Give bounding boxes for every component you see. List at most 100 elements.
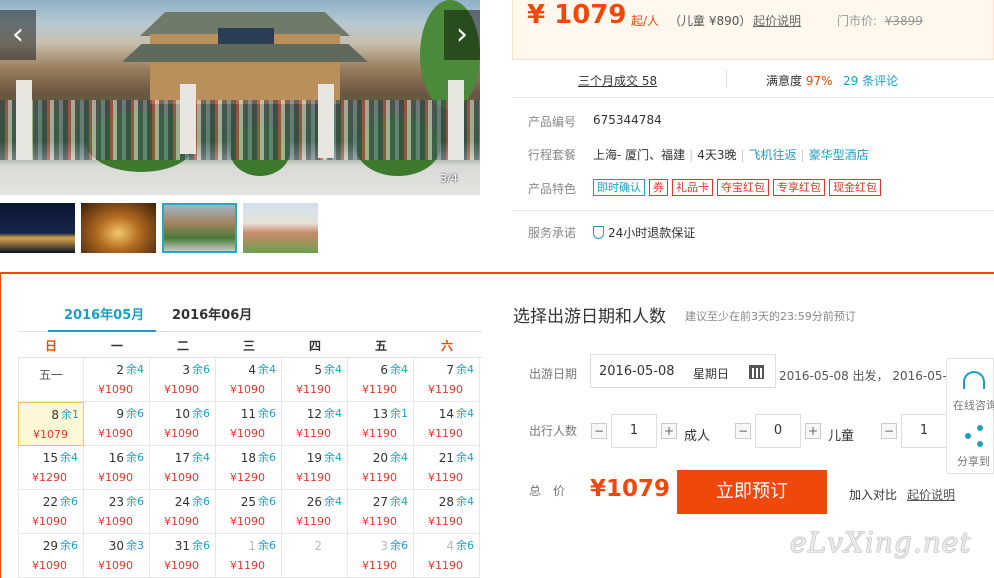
- calendar-day-cell[interactable]: 1 余6 ¥1190: [216, 534, 282, 578]
- calendar-day-cell[interactable]: 6 余4 ¥1190: [348, 358, 414, 402]
- child-plus-button[interactable]: +: [805, 423, 821, 439]
- transport-link[interactable]: 飞机往返: [749, 148, 797, 162]
- hotel-link[interactable]: 豪华型酒店: [809, 148, 869, 162]
- calendar-day-cell[interactable]: 22 余6 ¥1090: [18, 490, 84, 534]
- calendar-day-cell[interactable]: 29 余6 ¥1090: [18, 534, 84, 578]
- day-number: 22: [42, 495, 58, 509]
- day-number: 16: [108, 451, 124, 465]
- people-label: 出行人数: [529, 424, 578, 438]
- next-image-button[interactable]: ›: [444, 10, 480, 60]
- watermark: eLvXing.net: [790, 526, 972, 559]
- tag-cash-redpacket[interactable]: 现金红包: [829, 179, 881, 196]
- remaining-seats: 余4: [258, 363, 276, 376]
- tab-may[interactable]: 2016年05月: [64, 304, 144, 323]
- calendar-day-cell[interactable]: 26 余4 ¥1190: [282, 490, 348, 534]
- book-now-button[interactable]: 立即预订: [677, 470, 827, 514]
- calendar-day-cell[interactable]: 16 余6 ¥1090: [84, 446, 150, 490]
- child-count-input[interactable]: 0: [755, 414, 801, 448]
- calendar-day-cell[interactable]: 20 余4 ¥1190: [348, 446, 414, 490]
- market-price: 门市价: ¥3899: [837, 12, 923, 29]
- remaining-seats: 余6: [126, 495, 144, 508]
- thumbnail-3-selected[interactable]: [162, 203, 237, 253]
- thumbnail-2[interactable]: [81, 203, 156, 253]
- tag-gift-card[interactable]: 礼品卡: [672, 179, 713, 196]
- day-number: 24: [174, 495, 190, 509]
- calendar-day-cell[interactable]: 23 余6 ¥1090: [84, 490, 150, 534]
- calendar-day-cell[interactable]: 5 余4 ¥1190: [282, 358, 348, 402]
- headset-icon: [963, 371, 985, 389]
- share-button[interactable]: 分享到: [947, 417, 994, 473]
- day-number: 9: [116, 407, 124, 421]
- prev-image-button[interactable]: ‹: [0, 10, 36, 60]
- child-minus-button[interactable]: −: [735, 423, 751, 439]
- adult-minus-button[interactable]: −: [591, 423, 607, 439]
- calendar-day-cell[interactable]: 3 余6 ¥1190: [348, 534, 414, 578]
- day-number: 2: [116, 363, 124, 377]
- remaining-seats: 余4: [456, 407, 474, 420]
- weekday-value: 星期日: [693, 367, 730, 381]
- adult-count-input[interactable]: 1: [611, 414, 657, 448]
- date-picker[interactable]: 2016-05-08 星期日: [590, 354, 776, 388]
- remaining-seats: 余4: [192, 451, 210, 464]
- child-price: （儿童 ¥890）: [669, 14, 752, 28]
- calendar-day-cell[interactable]: 10 余6 ¥1090: [150, 402, 216, 446]
- calendar-day-cell[interactable]: 28 余4 ¥1190: [414, 490, 480, 534]
- remaining-seats: 余4: [60, 451, 78, 464]
- calendar-day-cell[interactable]: 25 余6 ¥1090: [216, 490, 282, 534]
- calendar-day-cell[interactable]: 12 余4 ¥1190: [282, 402, 348, 446]
- remaining-seats: 余6: [258, 539, 276, 552]
- extra-minus-button[interactable]: −: [881, 423, 897, 439]
- calendar-day-cell[interactable]: 27 余4 ¥1190: [348, 490, 414, 534]
- day-price: ¥1090: [164, 471, 199, 484]
- online-consult-button[interactable]: 在线咨询: [947, 359, 994, 415]
- remaining-seats: 余3: [126, 539, 144, 552]
- calendar-day-cell[interactable]: 2 余4 ¥1090: [84, 358, 150, 402]
- calendar-day-cell[interactable]: 7 余4 ¥1190: [414, 358, 480, 402]
- calendar-day-cell[interactable]: 15 余4 ¥1290: [18, 446, 84, 490]
- market-price-label: 门市价:: [837, 14, 878, 28]
- add-compare-link[interactable]: 加入对比: [849, 486, 897, 503]
- day-number: 30: [108, 539, 124, 553]
- calendar-day-cell[interactable]: 24 余6 ¥1090: [150, 490, 216, 534]
- calendar-day-cell[interactable]: 19 余4 ¥1190: [282, 446, 348, 490]
- calendar-day-cell: 2: [282, 534, 348, 578]
- calendar-day-cell[interactable]: 17 余4 ¥1090: [150, 446, 216, 490]
- chevron-left-icon: ‹: [12, 17, 24, 52]
- price-explain-link[interactable]: 起价说明: [753, 12, 801, 29]
- calendar-day-cell[interactable]: 8 余1 ¥1079: [18, 402, 84, 446]
- tag-coupon[interactable]: 券: [649, 179, 668, 196]
- reviews-link[interactable]: 29 条评论: [843, 72, 898, 89]
- tag-treasure-redpacket[interactable]: 夺宝红包: [717, 179, 769, 196]
- calendar-day-cell: 五一: [18, 358, 84, 402]
- thumbnail-4[interactable]: [243, 203, 318, 253]
- calendar-day-cell[interactable]: 30 余3 ¥1090: [84, 534, 150, 578]
- calendar-day-cell[interactable]: 3 余6 ¥1090: [150, 358, 216, 402]
- remaining-seats: 余4: [126, 363, 144, 376]
- date-range: 2016-05-08 出发， 2016-05-11: [779, 369, 963, 383]
- calendar-day-cell[interactable]: 13 余1 ¥1190: [348, 402, 414, 446]
- day-price: ¥1090: [230, 383, 265, 396]
- calendar-day-cell[interactable]: 4 余6 ¥1190: [414, 534, 480, 578]
- calendar-day-cell[interactable]: 4 余4 ¥1090: [216, 358, 282, 402]
- tab-june[interactable]: 2016年06月: [172, 304, 252, 323]
- day-number: 14: [438, 407, 454, 421]
- share-label: 分享到: [957, 455, 990, 468]
- weekday-sun: 日: [44, 339, 57, 353]
- remaining-seats: 余6: [192, 407, 210, 420]
- adult-plus-button[interactable]: +: [661, 423, 677, 439]
- calendar-day-cell[interactable]: 31 余6 ¥1090: [150, 534, 216, 578]
- stats-bar: 三个月成交 58 满意度 97% 29 条评论: [512, 62, 994, 98]
- sales-count-link[interactable]: 三个月成交 58: [578, 72, 657, 89]
- calendar-day-cell[interactable]: 11 余6 ¥1090: [216, 402, 282, 446]
- thumbnail-1[interactable]: [0, 203, 75, 253]
- extra-count-input[interactable]: 1: [901, 414, 947, 448]
- tag-exclusive-redpacket[interactable]: 专享红包: [773, 179, 825, 196]
- calendar-day-cell[interactable]: 14 余4 ¥1190: [414, 402, 480, 446]
- booking-subtitle: 建议至少在前3天的23:59分前预订: [685, 310, 856, 323]
- feature-tags: 即时确认券礼品卡 夺宝红包 专享红包 现金红包: [593, 179, 885, 196]
- calendar-day-cell[interactable]: 9 余6 ¥1090: [84, 402, 150, 446]
- tag-instant-confirm[interactable]: 即时确认: [593, 179, 645, 196]
- price-explain-link[interactable]: 起价说明: [907, 486, 955, 503]
- calendar-day-cell[interactable]: 21 余4 ¥1190: [414, 446, 480, 490]
- calendar-day-cell[interactable]: 18 余6 ¥1290: [216, 446, 282, 490]
